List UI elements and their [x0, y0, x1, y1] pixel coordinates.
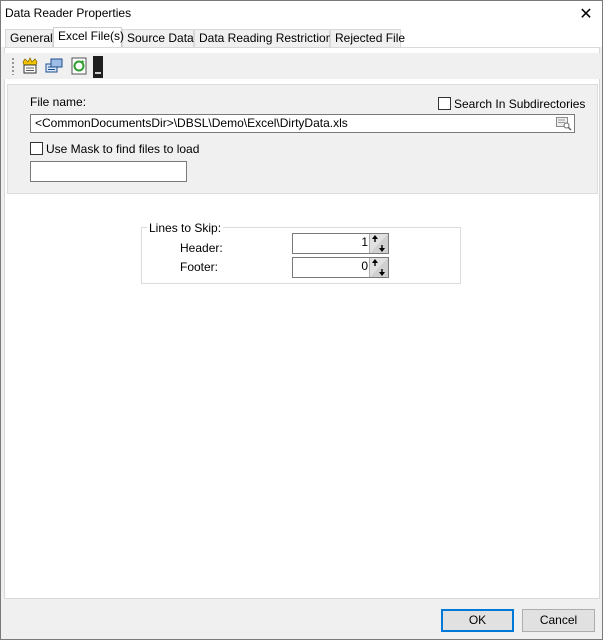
header-label: Header:	[180, 241, 223, 255]
browse-file-button[interactable]	[556, 116, 572, 131]
file-name-input[interactable]: <CommonDocumentsDir>\DBSL\Demo\Excel\Dir…	[30, 114, 575, 133]
refresh-icon[interactable]	[69, 56, 89, 76]
tab-source-data[interactable]: Source Data	[122, 29, 194, 47]
ok-button[interactable]: OK	[441, 609, 514, 632]
title-bar: Data Reader Properties ✕	[1, 1, 602, 27]
footer-spinner[interactable]: 0	[292, 257, 389, 278]
connection-icon[interactable]	[44, 56, 64, 76]
use-mask-checkbox[interactable]	[30, 142, 43, 155]
tab-excel-files[interactable]: Excel File(s)	[53, 27, 124, 47]
file-name-label: File name:	[30, 95, 87, 109]
toolbar	[2, 53, 601, 79]
footer-label: Footer:	[180, 260, 219, 274]
close-button[interactable]: ✕	[570, 1, 602, 27]
header-spinner[interactable]: 1	[292, 233, 389, 254]
spin-arrows-icon	[370, 258, 388, 277]
mask-input[interactable]	[30, 161, 187, 182]
spin-arrows-icon	[370, 234, 388, 253]
lines-to-skip-legend: Lines to Skip:	[147, 221, 224, 235]
footer-value[interactable]: 0	[295, 259, 368, 273]
header-spin-buttons[interactable]	[369, 234, 388, 253]
dialog-window: Data Reader Properties ✕ General Excel F…	[0, 0, 603, 640]
add-file-icon[interactable]	[20, 56, 40, 76]
footer-spin-buttons[interactable]	[369, 258, 388, 277]
window-title: Data Reader Properties	[5, 6, 132, 20]
tab-strip: General Excel File(s) Source Data Data R…	[1, 27, 602, 47]
dark-panel-icon[interactable]	[92, 56, 104, 78]
search-subdirectories-checkbox[interactable]	[438, 97, 451, 110]
browse-icon	[556, 117, 572, 131]
use-mask-label: Use Mask to find files to load	[46, 142, 200, 156]
tab-general[interactable]: General	[5, 29, 53, 47]
cancel-button[interactable]: Cancel	[522, 609, 595, 632]
tab-data-reading-restrictions[interactable]: Data Reading Restrictions	[194, 29, 338, 47]
toolbar-grip[interactable]	[12, 57, 14, 75]
tab-rejected-file[interactable]: Rejected File	[330, 29, 405, 47]
search-subdirectories-label: Search In Subdirectories	[454, 97, 586, 111]
header-value[interactable]: 1	[295, 235, 368, 249]
close-icon: ✕	[579, 6, 593, 23]
